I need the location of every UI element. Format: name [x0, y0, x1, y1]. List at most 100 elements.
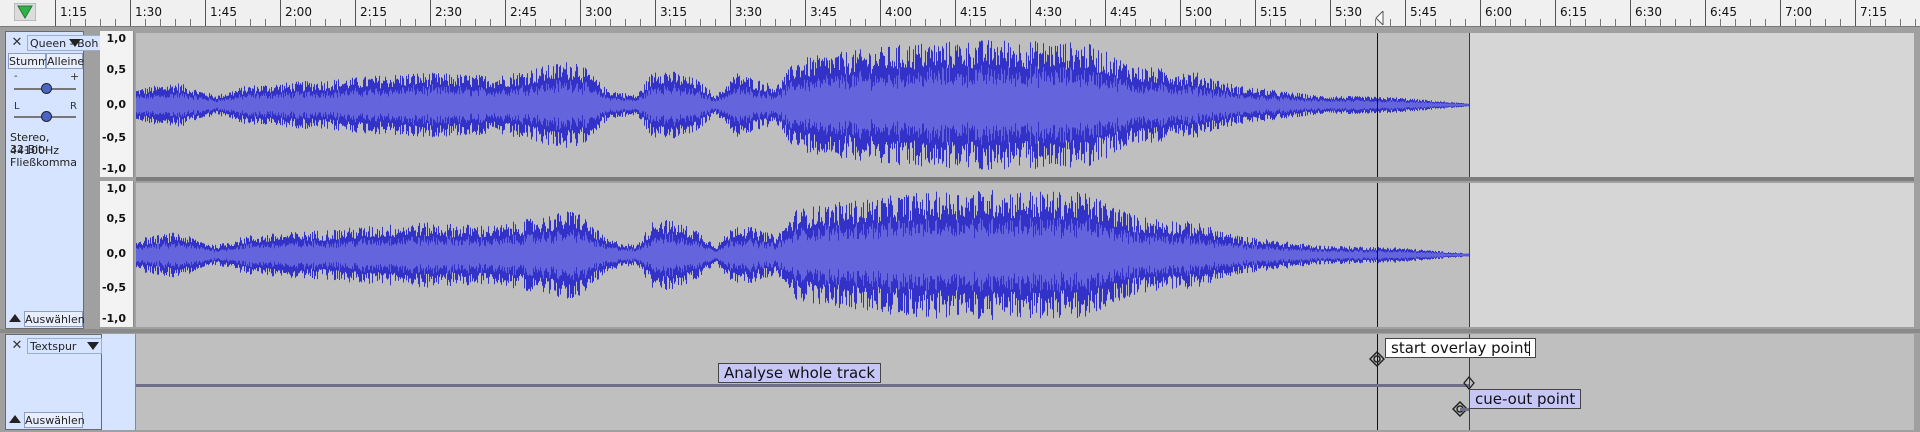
ruler-minor-tick: [1510, 19, 1511, 26]
chevron-down-icon[interactable]: [87, 342, 99, 350]
ruler-tick-label: 3:30: [735, 5, 762, 19]
scale-label: -0,5: [101, 131, 126, 144]
waveform-channel-1[interactable]: [136, 33, 1914, 177]
ruler-major-tick: [730, 0, 731, 26]
ruler-minor-tick: [1735, 19, 1736, 26]
ruler-major-tick: [1630, 0, 1631, 26]
chevron-down-icon[interactable]: [69, 39, 81, 47]
pan-slider[interactable]: [14, 110, 76, 124]
scale-label: -1,0: [101, 162, 126, 175]
gain-slider-thumb[interactable]: [41, 83, 52, 94]
label-track-area[interactable]: Analyse whole track start overlay point …: [136, 334, 1914, 430]
solo-button[interactable]: Alleine: [46, 53, 84, 69]
ruler-tick-label: 5:00: [1185, 5, 1212, 19]
ruler-tick-label: 1:30: [135, 5, 162, 19]
ruler-minor-tick: [595, 19, 596, 26]
ruler-minor-tick: [295, 19, 296, 26]
ruler-minor-tick: [310, 19, 311, 26]
select-track-button[interactable]: Auswählen: [24, 412, 85, 428]
ruler-minor-tick: [1090, 19, 1091, 26]
waveform-channel-2[interactable]: [136, 183, 1914, 327]
ruler-major-tick: [130, 0, 131, 26]
ruler-minor-tick: [1840, 19, 1841, 26]
ruler-tick-label: 4:30: [1035, 5, 1062, 19]
close-track-icon[interactable]: ✕: [9, 35, 25, 51]
ruler-minor-tick: [160, 19, 161, 26]
selection-marker-icon: [1375, 11, 1384, 25]
close-track-icon[interactable]: ✕: [9, 338, 25, 354]
ruler-minor-tick: [685, 19, 686, 26]
ruler-major-tick: [1105, 0, 1106, 26]
waveform-svg: [136, 190, 1470, 320]
scale-label: 0,0: [106, 98, 127, 111]
edit-cursor: [1377, 33, 1378, 177]
play-head-icon[interactable]: [14, 3, 36, 21]
label-handle-icon[interactable]: [1463, 376, 1475, 390]
mute-button[interactable]: Stumm: [8, 53, 49, 69]
label-handle-icon[interactable]: [1369, 351, 1385, 367]
ruler-tick-label: 7:00: [1785, 5, 1812, 19]
ruler-minor-tick: [385, 19, 386, 26]
ruler-minor-tick: [1165, 19, 1166, 26]
ruler-minor-tick: [610, 19, 611, 26]
ruler-minor-tick: [1465, 19, 1466, 26]
ruler-minor-tick: [1195, 19, 1196, 26]
ruler-tick-label: 3:15: [660, 5, 687, 19]
ruler-minor-tick: [895, 19, 896, 26]
ruler-tick-label: 4:00: [885, 5, 912, 19]
ruler-minor-tick: [1345, 19, 1346, 26]
ruler-major-tick: [280, 0, 281, 26]
ruler-major-tick: [1180, 0, 1181, 26]
scale-label: 1,0: [106, 32, 127, 45]
ruler-minor-tick: [1540, 19, 1541, 26]
ruler-major-tick: [1555, 0, 1556, 26]
label-cue-out-point[interactable]: cue-out point: [1469, 389, 1582, 409]
ruler-minor-tick: [550, 19, 551, 26]
collapse-track-icon[interactable]: [9, 314, 21, 322]
ruler-minor-tick: [85, 19, 86, 26]
ruler-minor-tick: [1075, 19, 1076, 26]
ruler-tick-label: 6:00: [1485, 5, 1512, 19]
ruler-major-tick: [1480, 0, 1481, 26]
pan-slider-thumb[interactable]: [41, 111, 52, 122]
ruler-major-tick: [55, 0, 56, 26]
ruler-minor-tick: [1435, 19, 1436, 26]
ruler-minor-tick: [1870, 19, 1871, 26]
ruler-minor-tick: [1210, 19, 1211, 26]
label-start-overlay-point[interactable]: start overlay point: [1385, 338, 1537, 358]
ruler-minor-tick: [1765, 19, 1766, 26]
ruler-major-tick: [1030, 0, 1031, 26]
select-track-button[interactable]: Auswählen: [24, 311, 85, 327]
ruler-minor-tick: [535, 19, 536, 26]
ruler-minor-tick: [1675, 19, 1676, 26]
track-name-menu[interactable]: Queen - Boh: [27, 35, 105, 51]
ruler-major-tick: [1405, 0, 1406, 26]
label-region-bar: [1460, 408, 1469, 411]
gain-slider[interactable]: [14, 82, 76, 96]
ruler-tick-label: 1:15: [60, 5, 87, 19]
label-analyse-whole-track[interactable]: Analyse whole track: [718, 363, 882, 383]
ruler-major-tick: [1330, 0, 1331, 26]
ruler-minor-tick: [1300, 19, 1301, 26]
ruler-minor-tick: [565, 19, 566, 26]
ruler-tick-label: 6:15: [1560, 5, 1587, 19]
ruler-minor-tick: [1150, 19, 1151, 26]
ruler-minor-tick: [145, 19, 146, 26]
ruler-minor-tick: [1360, 19, 1361, 26]
ruler-tick-label: 2:15: [360, 5, 387, 19]
ruler-minor-tick: [820, 19, 821, 26]
ruler-minor-tick: [850, 19, 851, 26]
ruler-tick-label: 4:15: [960, 5, 987, 19]
ruler-minor-tick: [670, 19, 671, 26]
channel-2-scale: 1,0 0,5 0,0 -0,5 -1,0: [100, 181, 134, 327]
timeline-ruler[interactable]: 1:15 1:30 1:45 2:00 2:15 2:30 2:45 3:00 3:15 3:30…: [0, 0, 1920, 27]
ruler-minor-tick: [1885, 19, 1886, 26]
ruler-major-tick: [580, 0, 581, 26]
track-separator: [0, 329, 1920, 333]
ruler-minor-tick: [1810, 19, 1811, 26]
selection-end-line: [1469, 183, 1470, 327]
ruler-major-tick: [1255, 0, 1256, 26]
label-track-panel: ✕ Textspur Auswählen: [5, 334, 102, 430]
collapse-track-icon[interactable]: [9, 415, 21, 423]
ruler-minor-tick: [985, 19, 986, 26]
